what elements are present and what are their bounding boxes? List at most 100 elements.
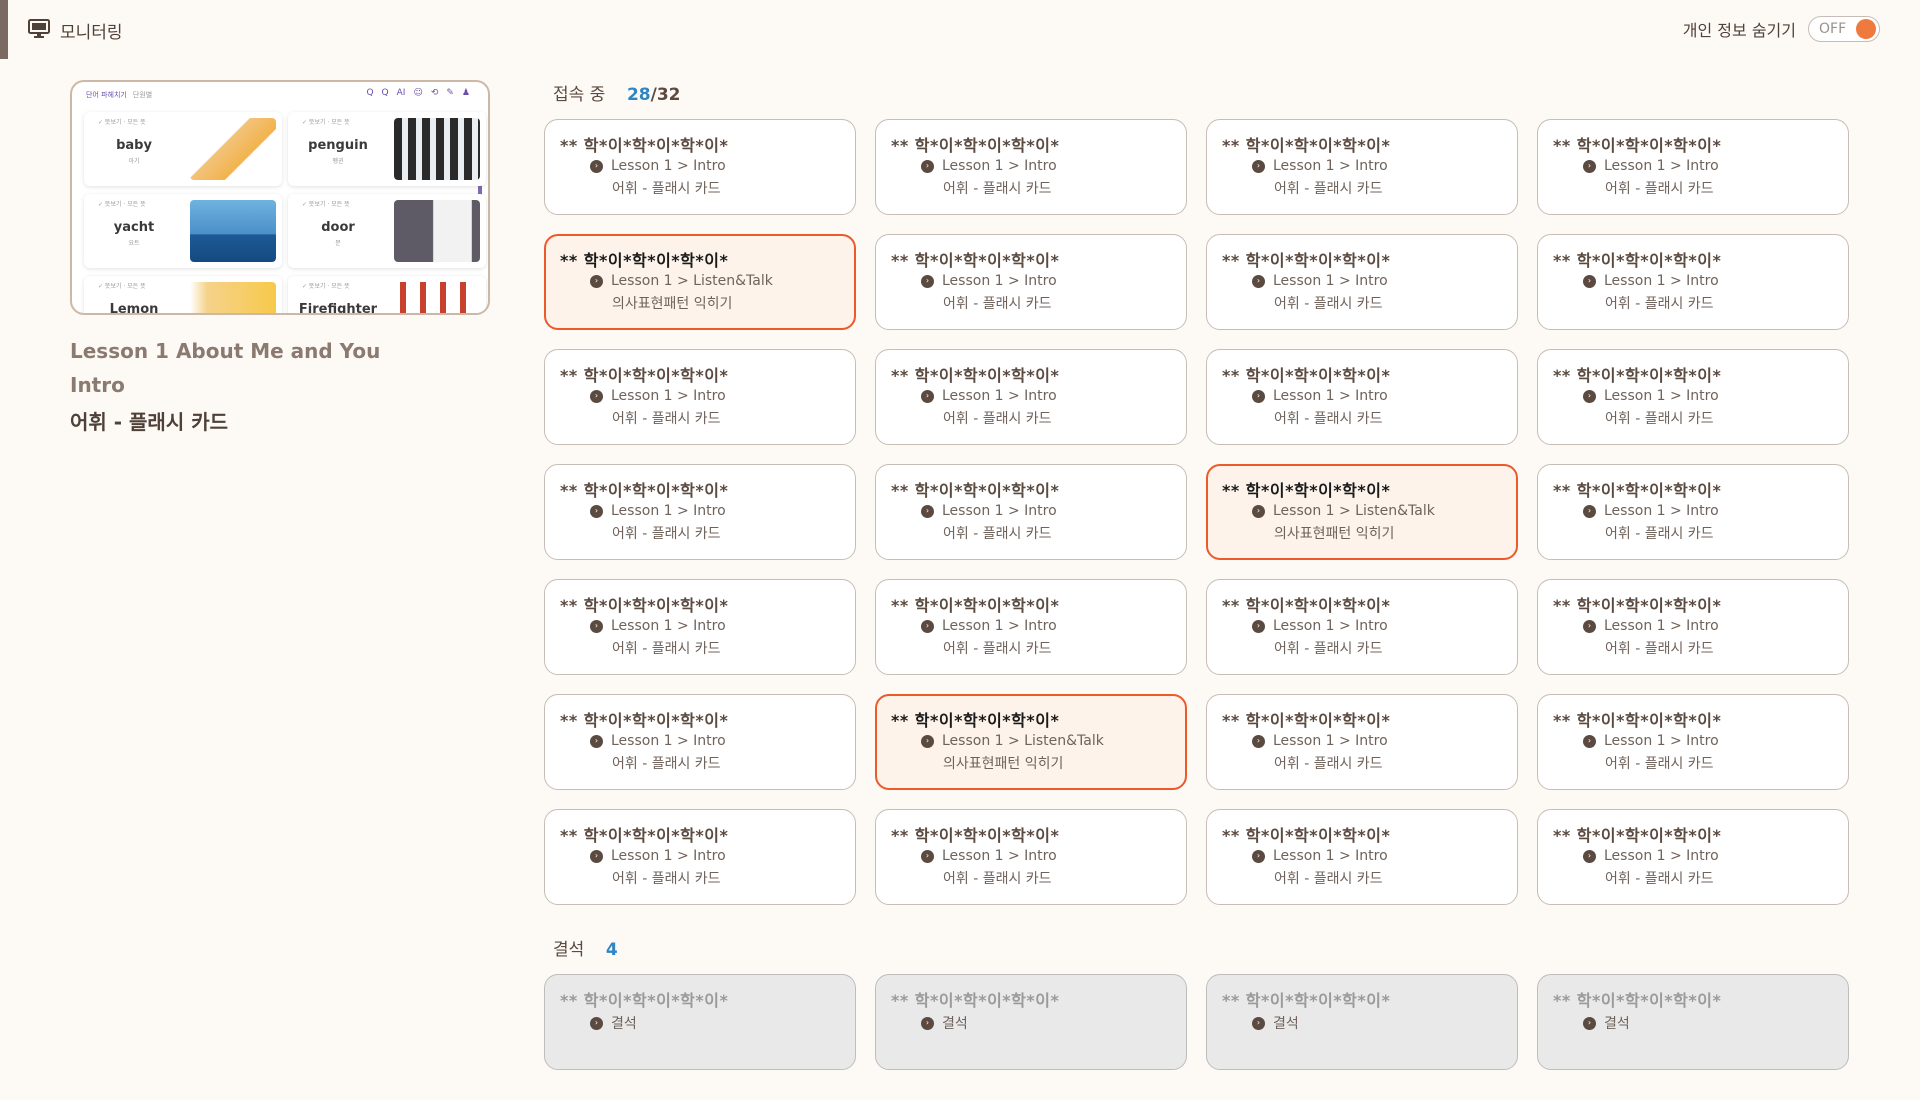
chevron-right-icon: › [1583, 849, 1596, 863]
preview-card-meaning: 요트 [128, 240, 140, 247]
student-activity: 의사표현패턴 익히기 [943, 756, 1064, 772]
student-location: › Lesson 1 > Intro [590, 388, 855, 404]
student-lesson-path: Lesson 1 > Intro [611, 733, 726, 749]
firefighter-image [394, 282, 480, 313]
student-activity: 어휘 - 플래시 카드 [943, 871, 1052, 887]
student-lesson-path: Lesson 1 > Intro [1273, 848, 1388, 864]
preview-card-meta: ✓ 뜻보기 · 모든 뜻 [98, 283, 146, 290]
preview-card-meaning: 펭귄 [332, 158, 344, 165]
student-activity: 어휘 - 플래시 카드 [1605, 296, 1714, 312]
student-activity: 어휘 - 플래시 카드 [1274, 181, 1383, 197]
student-lesson-path: Lesson 1 > Intro [1604, 618, 1719, 634]
student-activity: 어휘 - 플래시 카드 [612, 411, 721, 427]
student-status: › 결석 [590, 1013, 855, 1033]
absent-student-card[interactable]: ** 학*이*학*이*학*이* › 결석 [1206, 974, 1518, 1070]
student-card[interactable]: ** 학*이*학*이*학*이* › Lesson 1 > Intro 어휘 - 플래시… [1537, 579, 1849, 675]
preview-card: ✓ 뜻보기 · 모든 뜻 yacht 요트 [84, 194, 282, 268]
preview-card: ✓ 뜻보기 · 모든 뜻 baby 아기 [84, 112, 282, 186]
student-location: › Lesson 1 > Intro [1252, 273, 1517, 289]
chevron-right-icon: › [1252, 849, 1265, 863]
student-card[interactable]: ** 학*이*학*이*학*이* › Lesson 1 > Intro 어휘 - 플래시… [544, 694, 856, 790]
student-card[interactable]: ** 학*이*학*이*학*이* › Lesson 1 > Intro 어휘 - 플래시… [1206, 234, 1518, 330]
student-card[interactable]: ** 학*이*학*이*학*이* › Lesson 1 > Intro 어휘 - 플래시… [1537, 694, 1849, 790]
privacy-toggle[interactable]: OFF [1808, 16, 1880, 42]
chevron-right-icon: › [1252, 734, 1265, 748]
preview-app-name: 단어 파헤치기 [86, 91, 127, 99]
student-card[interactable]: ** 학*이*학*이*학*이* › Lesson 1 > Listen&Talk 의사… [875, 694, 1187, 790]
student-location: › Lesson 1 > Intro [590, 503, 855, 519]
absent-student-card[interactable]: ** 학*이*학*이*학*이* › 결석 [875, 974, 1187, 1070]
student-card[interactable]: ** 학*이*학*이*학*이* › Lesson 1 > Intro 어휘 - 플래시… [1537, 119, 1849, 215]
student-location: › Lesson 1 > Intro [590, 848, 855, 864]
student-lesson-path: Lesson 1 > Intro [1604, 503, 1719, 519]
student-location: › Lesson 1 > Intro [921, 618, 1186, 634]
student-card[interactable]: ** 학*이*학*이*학*이* › Lesson 1 > Intro 어휘 - 플래시… [875, 349, 1187, 445]
student-location: › Lesson 1 > Intro [1252, 848, 1517, 864]
student-card[interactable]: ** 학*이*학*이*학*이* › Lesson 1 > Intro 어휘 - 플래시… [875, 809, 1187, 905]
student-lesson-path: Lesson 1 > Intro [942, 618, 1057, 634]
student-name: ** 학*이*학*이*학*이* [1553, 596, 1722, 615]
preview-tool-icon: ☺ [413, 88, 423, 98]
chevron-right-icon: › [590, 389, 603, 403]
student-location: › Lesson 1 > Intro [1252, 618, 1517, 634]
student-card[interactable]: ** 학*이*학*이*학*이* › Lesson 1 > Intro 어휘 - 플래시… [1537, 234, 1849, 330]
student-card[interactable]: ** 학*이*학*이*학*이* › Lesson 1 > Listen&Talk 의사… [1206, 464, 1518, 560]
preview-tool-icon: ✎ [446, 88, 454, 98]
student-card[interactable]: ** 학*이*학*이*학*이* › Lesson 1 > Intro 어휘 - 플래시… [1206, 349, 1518, 445]
header: 모니터링 개인 정보 숨기기 OFF [0, 0, 1920, 59]
student-card[interactable]: ** 학*이*학*이*학*이* › Lesson 1 > Intro 어휘 - 플래시… [544, 809, 856, 905]
student-card[interactable]: ** 학*이*학*이*학*이* › Lesson 1 > Intro 어휘 - 플래시… [1537, 349, 1849, 445]
student-lesson-path: Lesson 1 > Listen&Talk [942, 733, 1104, 749]
chevron-right-icon: › [1252, 389, 1265, 403]
student-card[interactable]: ** 학*이*학*이*학*이* › Lesson 1 > Intro 어휘 - 플래시… [544, 579, 856, 675]
student-name: ** 학*이*학*이*학*이* [560, 826, 729, 845]
lesson-activity: 어휘 - 플래시 카드 [70, 410, 228, 434]
preview-card-meta: ✓ 뜻보기 · 모든 뜻 [302, 283, 350, 290]
absent-student-card[interactable]: ** 학*이*학*이*학*이* › 결석 [544, 974, 856, 1070]
student-card[interactable]: ** 학*이*학*이*학*이* › Lesson 1 > Intro 어휘 - 플래시… [1206, 119, 1518, 215]
chevron-right-icon: › [1252, 159, 1265, 173]
student-name: ** 학*이*학*이*학*이* [560, 366, 729, 385]
absent-section-header: 결석 4 [553, 935, 618, 960]
student-activity: 어휘 - 플래시 카드 [943, 411, 1052, 427]
lesson-title: Lesson 1 About Me and You [70, 339, 381, 363]
student-location: › Lesson 1 > Listen&Talk [921, 733, 1185, 749]
student-card[interactable]: ** 학*이*학*이*학*이* › Lesson 1 > Intro 어휘 - 플래시… [1537, 809, 1849, 905]
preview-card: ✓ 뜻보기 · 모든 뜻 Firefighter [288, 276, 486, 313]
student-card[interactable]: ** 학*이*학*이*학*이* › Lesson 1 > Intro 어휘 - 플래시… [1206, 694, 1518, 790]
student-activity: 어휘 - 플래시 카드 [612, 641, 721, 657]
student-screen-preview[interactable]: 단어 파헤치기 단원별 Q Q AI ☺ ⟲ ✎ ♟ ✓ 뜻보기 · 모든 뜻 … [70, 80, 490, 315]
student-card[interactable]: ** 학*이*학*이*학*이* › Lesson 1 > Intro 어휘 - 플래시… [875, 119, 1187, 215]
student-activity: 어휘 - 플래시 카드 [1274, 296, 1383, 312]
student-activity: 어휘 - 플래시 카드 [1605, 411, 1714, 427]
student-name: ** 학*이*학*이*학*이* [1222, 481, 1391, 500]
absent-student-card[interactable]: ** 학*이*학*이*학*이* › 결석 [1537, 974, 1849, 1070]
student-status-text: 결석 [1604, 1016, 1630, 1032]
connected-label: 접속 중 [553, 85, 606, 105]
student-activity: 의사표현패턴 익히기 [1274, 526, 1395, 542]
chevron-right-icon: › [921, 389, 934, 403]
student-card[interactable]: ** 학*이*학*이*학*이* › Lesson 1 > Intro 어휘 - 플래시… [544, 464, 856, 560]
student-name: ** 학*이*학*이*학*이* [1553, 251, 1722, 270]
student-card[interactable]: ** 학*이*학*이*학*이* › Lesson 1 > Listen&Talk 의사… [544, 234, 856, 330]
student-card[interactable]: ** 학*이*학*이*학*이* › Lesson 1 > Intro 어휘 - 플래시… [1537, 464, 1849, 560]
student-card[interactable]: ** 학*이*학*이*학*이* › Lesson 1 > Intro 어휘 - 플래시… [544, 119, 856, 215]
chevron-right-icon: › [921, 504, 934, 518]
student-card[interactable]: ** 학*이*학*이*학*이* › Lesson 1 > Intro 어휘 - 플래시… [1206, 809, 1518, 905]
student-activity: 어휘 - 플래시 카드 [1274, 641, 1383, 657]
door-image [394, 200, 480, 262]
student-lesson-path: Lesson 1 > Intro [611, 618, 726, 634]
preview-card-meta: ✓ 뜻보기 · 모든 뜻 [98, 201, 146, 208]
preview-card-word: baby [116, 138, 152, 153]
student-card[interactable]: ** 학*이*학*이*학*이* › Lesson 1 > Intro 어휘 - 플래시… [544, 349, 856, 445]
preview-card: ✓ 뜻보기 · 모든 뜻 penguin 펭귄 [288, 112, 486, 186]
student-card[interactable]: ** 학*이*학*이*학*이* › Lesson 1 > Intro 어휘 - 플래시… [1206, 579, 1518, 675]
privacy-label: 개인 정보 숨기기 [1682, 21, 1796, 40]
preview-card-word: Lemon [109, 302, 159, 315]
student-lesson-path: Lesson 1 > Intro [1273, 158, 1388, 174]
chevron-right-icon: › [590, 734, 603, 748]
student-name: ** 학*이*학*이*학*이* [1553, 991, 1722, 1010]
student-card[interactable]: ** 학*이*학*이*학*이* › Lesson 1 > Intro 어휘 - 플래시… [875, 464, 1187, 560]
student-card[interactable]: ** 학*이*학*이*학*이* › Lesson 1 > Intro 어휘 - 플래시… [875, 579, 1187, 675]
student-card[interactable]: ** 학*이*학*이*학*이* › Lesson 1 > Intro 어휘 - 플래시… [875, 234, 1187, 330]
